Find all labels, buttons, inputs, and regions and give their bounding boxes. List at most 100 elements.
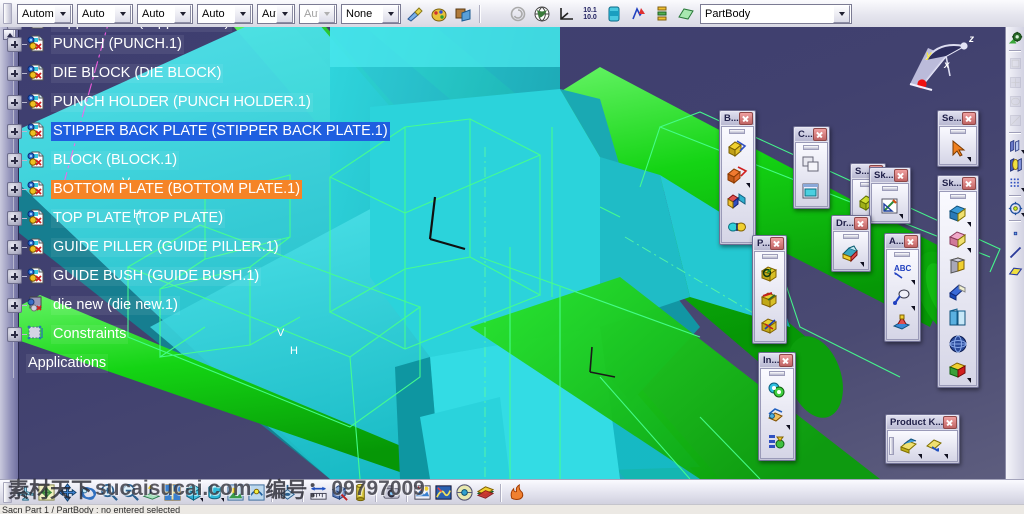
tree-expand-button[interactable] — [7, 37, 22, 52]
toolbar-part-design[interactable]: P... — [752, 235, 788, 344]
shaft-icon[interactable] — [945, 253, 971, 279]
filter-1-combo[interactable]: Auto — [77, 3, 133, 24]
toolbar-drag-handle[interactable] — [803, 145, 820, 150]
sphere-icon[interactable] — [945, 331, 971, 357]
tree-item[interactable]: die new (die new.1) — [7, 291, 428, 320]
multi-sections-icon[interactable] — [945, 305, 971, 331]
zoom-in-icon[interactable] — [99, 482, 120, 503]
tree-expand-button[interactable] — [7, 153, 22, 168]
measure-inertia-icon[interactable] — [350, 482, 371, 503]
tree-expand-button[interactable] — [7, 66, 22, 81]
axis-system-icon[interactable] — [555, 3, 577, 24]
table-annotation-icon[interactable] — [889, 311, 915, 337]
profile-icon[interactable] — [1007, 262, 1024, 281]
grid-icon[interactable] — [1007, 174, 1024, 193]
pad-icon[interactable] — [945, 201, 971, 227]
select-arrow-icon[interactable] — [945, 136, 971, 162]
tree-item[interactable]: GUIDE BUSH (GUIDE BUSH.1) — [7, 262, 428, 291]
tree-expand-button[interactable] — [7, 211, 22, 226]
pan-icon[interactable] — [57, 482, 78, 503]
filter-3-combo[interactable]: Auto — [197, 3, 253, 24]
tree-item[interactable]: TOP PLATE (TOP PLATE) — [7, 204, 428, 233]
toolbar-drag-handle[interactable] — [894, 252, 911, 257]
specification-tree[interactable]: stipper block (stipper block)PUNCH (PUNC… — [7, 27, 428, 378]
close-icon[interactable] — [961, 177, 976, 190]
toolbar-insert[interactable]: In... — [758, 352, 797, 461]
section-icon[interactable] — [475, 482, 496, 503]
tree-expand-button[interactable] — [7, 298, 22, 313]
snap-point-icon[interactable] — [1007, 199, 1024, 218]
close-icon[interactable] — [779, 354, 794, 367]
close-icon[interactable] — [812, 128, 827, 141]
chevron-down-icon[interactable] — [382, 4, 399, 23]
toolbar-titlebar[interactable]: In... — [760, 354, 795, 367]
tree-expand-button[interactable] — [7, 269, 22, 284]
toolbar-drag-handle[interactable] — [949, 129, 966, 134]
render-style-icon[interactable] — [204, 482, 225, 503]
point-icon[interactable] — [1007, 224, 1024, 243]
chevron-down-icon[interactable] — [833, 4, 850, 23]
cut-part-icon[interactable] — [1007, 136, 1024, 155]
chevron-down-icon[interactable] — [174, 4, 191, 23]
close-icon[interactable] — [961, 112, 976, 125]
swap-visible-icon[interactable] — [246, 482, 267, 503]
snapshot-icon[interactable] — [381, 482, 402, 503]
union-trim-icon[interactable] — [724, 162, 751, 188]
plane-icon[interactable] — [675, 3, 697, 24]
tree-item[interactable]: DIE BLOCK (DIE BLOCK) — [7, 59, 428, 88]
toolbar-drag-handle[interactable] — [889, 437, 894, 455]
filter-5-combo[interactable]: Aut — [299, 3, 337, 24]
flag-note-icon[interactable] — [889, 285, 916, 311]
existing-component-icon[interactable] — [764, 404, 791, 430]
toolbar-dress-up[interactable]: Dr... — [831, 215, 871, 272]
toolbar-drag-handle[interactable] — [761, 254, 778, 259]
toolbar-titlebar[interactable]: B... — [721, 112, 754, 125]
isometric-view-icon[interactable] — [183, 482, 204, 503]
hide-show-icon[interactable] — [277, 482, 298, 503]
knowledge-rule-icon[interactable] — [922, 433, 948, 459]
close-icon[interactable] — [943, 416, 958, 429]
split-icon[interactable] — [724, 214, 750, 240]
tree-item[interactable]: Constraints — [7, 320, 428, 349]
part-number-combo[interactable]: Automa — [17, 3, 73, 24]
assemble-icon[interactable] — [724, 136, 750, 162]
toolbar-product-knowledge[interactable]: Product K... — [885, 414, 961, 464]
tree-expand-button[interactable] — [7, 95, 22, 110]
toolbar-boolean-operations[interactable]: B... — [719, 110, 756, 245]
toolbar-constraints[interactable]: C... — [793, 126, 830, 209]
list-icon[interactable] — [651, 3, 673, 24]
filter-4-combo[interactable]: Aut — [257, 3, 295, 24]
chevron-down-icon[interactable] — [234, 4, 251, 23]
toolbar-titlebar[interactable]: P... — [754, 237, 786, 250]
toolbar-drag-handle[interactable] — [729, 129, 746, 134]
solid-box-icon[interactable] — [945, 357, 971, 383]
tree-expand-button[interactable] — [7, 327, 22, 342]
paint-brush-icon[interactable] — [404, 3, 426, 24]
toolbar-titlebar[interactable]: Dr... — [833, 217, 869, 230]
tree-expand-button[interactable] — [7, 27, 22, 30]
filter-2-combo[interactable]: Auto — [137, 3, 193, 24]
dressup-icon[interactable] — [838, 241, 864, 267]
chevron-down-icon[interactable] — [114, 4, 131, 23]
toolbar-drag-handle[interactable] — [769, 371, 786, 376]
close-icon[interactable] — [903, 235, 918, 248]
3d-viewport[interactable]: V H V H y x z stipper block (stipper blo… — [0, 27, 1006, 479]
chevron-down-icon[interactable] — [276, 4, 293, 23]
apply-material-icon[interactable] — [452, 3, 474, 24]
dropdown-arrow-icon[interactable] — [1020, 188, 1024, 192]
zoom-out-icon[interactable] — [120, 482, 141, 503]
dropdown-arrow-icon[interactable] — [1020, 213, 1024, 217]
toolbar-sketcher[interactable]: Sk... — [869, 167, 911, 224]
tree-item[interactable]: PUNCH HOLDER (PUNCH HOLDER.1) — [7, 88, 428, 117]
draft-icon[interactable] — [757, 313, 783, 339]
dropdown-arrow-icon[interactable] — [200, 498, 203, 502]
tree-item[interactable]: BOTTOM PLATE (BOTTOM PLATE.1) — [7, 175, 428, 204]
toolbar-titlebar[interactable]: Product K... — [887, 416, 959, 429]
chevron-down-icon[interactable] — [54, 4, 71, 23]
render-style-combo[interactable]: None — [341, 3, 401, 24]
measure-item-icon[interactable] — [329, 482, 350, 503]
tree-expand-button[interactable] — [7, 124, 22, 139]
3d-compass[interactable]: y x z — [902, 32, 982, 104]
toolbar-drag-handle[interactable] — [881, 186, 898, 191]
sketcher-exit-icon[interactable] — [1007, 29, 1024, 48]
